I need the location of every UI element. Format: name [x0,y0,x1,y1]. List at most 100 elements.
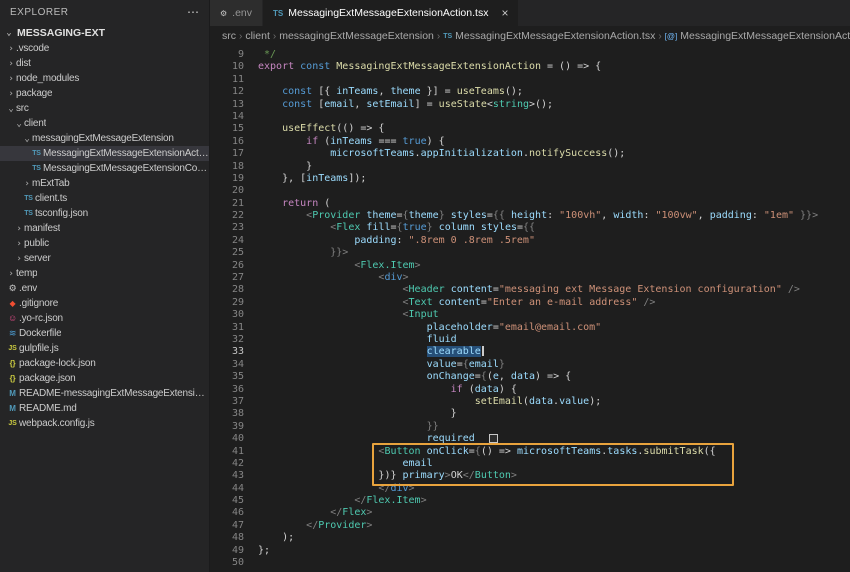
line-content: useEffect(() => { [282,123,385,135]
code-line[interactable]: 15 useEffect(() => { [210,123,850,135]
code-line[interactable]: 37 setEmail(data.value); [210,396,850,408]
code-line[interactable]: 50 [210,557,850,569]
code-line[interactable]: 20 [210,185,850,197]
code-line[interactable]: 16 if (inTeams === true) { [210,136,850,148]
code-line[interactable]: 39 }} [210,421,850,433]
code-line[interactable]: 17 microsoftTeams.appInitialization.noti… [210,148,850,160]
code-line[interactable]: 9 */ [210,49,850,61]
sidebar-item--vscode[interactable]: › .vscode [0,41,209,56]
line-number: 42 [231,457,244,469]
sidebar-item-label: public [24,238,49,249]
breadcrumb-item[interactable]: src [222,30,236,42]
code-line[interactable]: 30 <Input [210,309,850,321]
sidebar-item-package-json[interactable]: {} package.json [0,371,209,386]
code-line[interactable]: 48 ); [210,532,850,544]
sidebar-item-dist[interactable]: › dist [0,56,209,71]
breadcrumb-item[interactable]: client [245,30,270,42]
code-line[interactable]: 36 if (data) { [210,384,850,396]
code-line[interactable]: 45 </Flex.Item> [210,495,850,507]
code-line[interactable]: 41 <Button onClick={() => microsoftTeams… [210,446,850,458]
code-line[interactable]: 35 onChange={(e, data) => { [210,371,850,383]
chevron-right-icon: › [16,253,22,264]
code-line[interactable]: 27 <div> [210,272,850,284]
sidebar-item-package[interactable]: › package [0,86,209,101]
line-content: ); [258,532,295,544]
breadcrumb-item[interactable]: messagingExtMessageExtension [279,30,434,42]
code-line[interactable]: 14 [210,111,850,123]
code-line[interactable]: 29 <Text content="Enter an e-mail addres… [210,297,850,309]
line-number: 20 [231,185,244,197]
code-line[interactable]: 44 </div> [210,483,850,495]
workspace-section-header[interactable]: ⌄ MESSAGING-EXT [0,24,209,41]
line-content: })} primary>OK</Button> [378,470,517,482]
code-line[interactable]: 22 <Provider theme={theme} styles={{ hei… [210,210,850,222]
sidebar-item-src[interactable]: ⌄ src [0,101,209,116]
sidebar-item-temp[interactable]: › temp [0,266,209,281]
line-number: 29 [231,296,244,308]
code-line[interactable]: 23 <Flex fill={true} column styles={{ [210,222,850,234]
code-line[interactable]: 47 </Provider> [210,520,850,532]
breadcrumb-item[interactable]: TS MessagingExtMessageExtensionAction.tsx [443,30,655,42]
sidebar-item--yo-rc-json[interactable]: ☺ .yo-rc.json [0,311,209,326]
code-line[interactable]: 33 clearable [210,346,850,358]
breadcrumb-separator-icon: › [658,30,662,42]
sidebar-item-client-ts[interactable]: TS client.ts [0,191,209,206]
sidebar-item-client[interactable]: ⌄ client [0,116,209,131]
line-content: <Flex fill={true} column styles={{ [330,222,536,234]
sidebar-item-dockerfile[interactable]: ≋ Dockerfile [0,326,209,341]
code-line[interactable]: 38 } [210,408,850,420]
code-line[interactable]: 31 placeholder="email@email.com" [210,322,850,334]
code-line[interactable]: 24 padding: ".8rem 0 .8rem .5rem" [210,235,850,247]
more-actions-icon[interactable]: ⋯ [187,5,199,19]
code-line[interactable]: 46 </Flex> [210,507,850,519]
code-line[interactable]: 40 required [210,433,850,445]
code-line[interactable]: 12 const [{ inTeams, theme }] = useTeams… [210,86,850,98]
tab-bar: ⚙ .env TS MessagingExtMessageExtensionAc… [210,0,850,26]
code-line[interactable]: 34 value={email} [210,359,850,371]
yo-file-icon: ☺ [8,313,17,323]
line-content: </Provider> [306,519,373,531]
line-number: 23 [231,222,244,234]
sidebar-item-readme-messagingextmessageextensionbot-[interactable]: MREADME-messagingExtMessageExtensionBot.… [0,386,209,401]
sidebar-item-messagingextmessageextension[interactable]: ⌄ messagingExtMessageExtension [0,131,209,146]
code-line[interactable]: 43 })} primary>OK</Button> [210,470,850,482]
sidebar-item-public[interactable]: › public [0,236,209,251]
sidebar-item--env[interactable]: ⚙ .env [0,281,209,296]
code-line[interactable]: 19 }, [inTeams]); [210,173,850,185]
sidebar-item-webpack-config-js[interactable]: JS webpack.config.js [0,416,209,431]
code-line[interactable]: 42 email [210,458,850,470]
sidebar-item-package-lock-json[interactable]: {} package-lock.json [0,356,209,371]
sidebar-item-manifest[interactable]: › manifest [0,221,209,236]
close-icon[interactable]: × [501,6,508,20]
code-line[interactable]: 32 fluid [210,334,850,346]
code-editor[interactable]: 9 */10 export const MessagingExtMessageEx… [210,46,850,572]
sidebar-item-mexttab[interactable]: › mExtTab [0,176,209,191]
sidebar-item-gulpfile-js[interactable]: JS gulpfile.js [0,341,209,356]
sidebar-item-messagingextmessageextensionaction-tsx[interactable]: TS MessagingExtMessageExtensionAction.tsx [0,146,209,161]
sidebar-item-node-modules[interactable]: › node_modules [0,71,209,86]
explorer-tree: › .vscode › dist › node_modules › package ⌄ src ⌄ c… [0,41,209,572]
tab-messaging-ext-action[interactable]: TS MessagingExtMessageExtensionAction.ts… [263,0,519,26]
tab-env[interactable]: ⚙ .env [210,0,264,26]
code-line[interactable]: 28 <Header content="messaging ext Messag… [210,284,850,296]
gear-file-icon: ⚙ [8,283,17,293]
code-line[interactable]: 18 } [210,161,850,173]
sidebar-item-messagingextmessageextensionconfig-tsx[interactable]: TS MessagingExtMessageExtensionConfig.tsx [0,161,209,176]
code-line[interactable]: 26 <Flex.Item> [210,260,850,272]
sidebar-item-server[interactable]: › server [0,251,209,266]
code-line[interactable]: 21 return ( [210,198,850,210]
code-line[interactable]: 10 export const MessagingExtMessageExtens… [210,61,850,73]
sidebar-item-readme-md[interactable]: M README.md [0,401,209,416]
sidebar-item--gitignore[interactable]: ◆ .gitignore [0,296,209,311]
sidebar-item-tsconfig-json[interactable]: TS tsconfig.json [0,206,209,221]
sidebar-item-label: package.json [19,373,76,384]
breadcrumb-label: messagingExtMessageExtension [279,30,434,42]
code-line[interactable]: 49}; [210,545,850,557]
line-content: <div> [378,272,409,284]
explorer-header: EXPLORER ⋯ [0,0,209,24]
line-number: 46 [231,507,244,519]
breadcrumb-item[interactable]: [@] MessagingExtMessageExtensionAction [665,30,850,42]
code-line[interactable]: 11 [210,74,850,86]
code-line[interactable]: 25 }}> [210,247,850,259]
code-line[interactable]: 13 const [email, setEmail] = useState<st… [210,99,850,111]
